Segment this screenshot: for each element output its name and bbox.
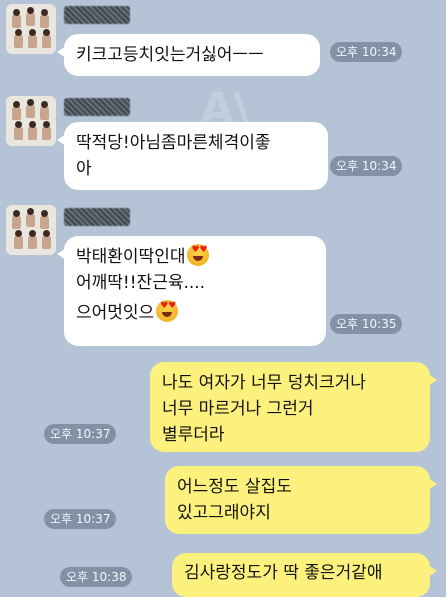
message-bubble[interactable]: 어느정도 살집도 있고그래야지 bbox=[165, 466, 437, 534]
message-bubble[interactable]: 나도 여자가 너무 덩치크거나 너무 마르거나 그런거 별루더라 bbox=[150, 362, 437, 452]
message-text: 으어멋잇으 bbox=[76, 303, 155, 323]
message-timestamp: 오후 10:38 bbox=[60, 567, 133, 587]
message-timestamp: 오후 10:37 bbox=[44, 424, 117, 444]
message-text: 어느정도 살집도 bbox=[177, 477, 292, 497]
heart-eyes-emoji-icon bbox=[156, 300, 179, 322]
message-text: 별루더라 bbox=[162, 425, 225, 445]
message-timestamp: 오후 10:34 bbox=[330, 156, 403, 176]
avatar[interactable] bbox=[6, 205, 56, 255]
sender-name-blurred bbox=[64, 208, 130, 226]
message-text: 나도 여자가 너무 덩치크거나 bbox=[162, 373, 366, 393]
message-text: 박태환이딱인대 bbox=[76, 247, 186, 267]
sender-name-blurred bbox=[64, 98, 130, 116]
message-text: 딱적당!아님좀마른체격이좋 bbox=[76, 133, 271, 153]
sender-name-blurred bbox=[64, 6, 130, 24]
heart-eyes-emoji-icon bbox=[187, 244, 210, 266]
message-bubble[interactable]: 김사랑정도가 딱 좋은거같애 bbox=[172, 553, 437, 597]
message-text: 있고그래야지 bbox=[177, 503, 271, 523]
message-timestamp: 오후 10:35 bbox=[330, 314, 403, 334]
message-text: 아 bbox=[76, 159, 92, 179]
avatar[interactable] bbox=[6, 96, 56, 146]
message-timestamp: 오후 10:37 bbox=[44, 509, 117, 529]
avatar[interactable] bbox=[6, 4, 56, 54]
message-bubble[interactable]: 박태환이딱인대 어깨딱!!잔근육.... 으어멋잇으 bbox=[57, 236, 326, 346]
message-timestamp: 오후 10:34 bbox=[330, 42, 403, 62]
message-text: 어깨딱!!잔근육.... bbox=[76, 273, 206, 293]
message-text: 키크고등치잇는거싫어ㅡㅡ bbox=[76, 45, 264, 65]
message-text: 김사랑정도가 딱 좋은거같애 bbox=[184, 563, 383, 583]
message-text: 너무 마르거나 그런거 bbox=[162, 399, 314, 419]
message-bubble[interactable]: 딱적당!아님좀마른체격이좋 아 bbox=[57, 122, 328, 190]
message-bubble[interactable]: 키크고등치잇는거싫어ㅡㅡ bbox=[57, 34, 320, 76]
